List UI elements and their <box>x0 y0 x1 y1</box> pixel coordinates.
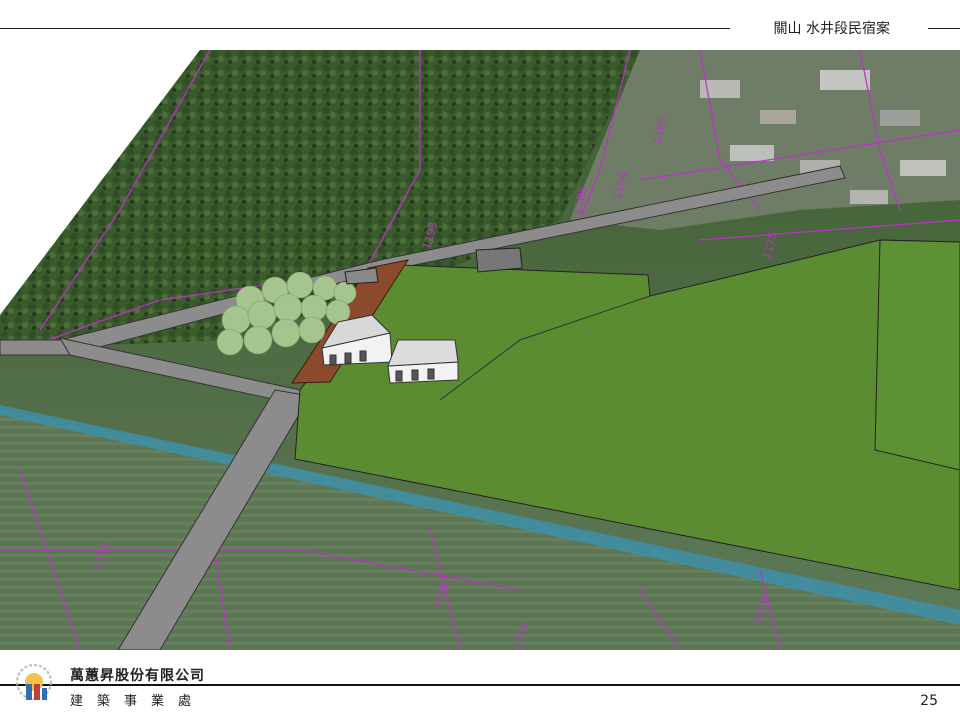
page-number: 25 <box>920 693 938 709</box>
site-grass-east <box>874 239 960 471</box>
division-name: 建築事業處 <box>70 694 206 709</box>
site-model-render: 1186 1194 1193 1190 1158 1159 1160 1175 … <box>0 50 960 650</box>
page-title: 關山 水井段民宿案 <box>773 21 890 37</box>
header-line-left <box>0 28 730 29</box>
annex-building <box>387 339 459 384</box>
company-logo <box>12 660 56 710</box>
header-line-right <box>928 28 960 29</box>
company-name: 萬蕙昇股份有限公司 <box>70 668 205 684</box>
